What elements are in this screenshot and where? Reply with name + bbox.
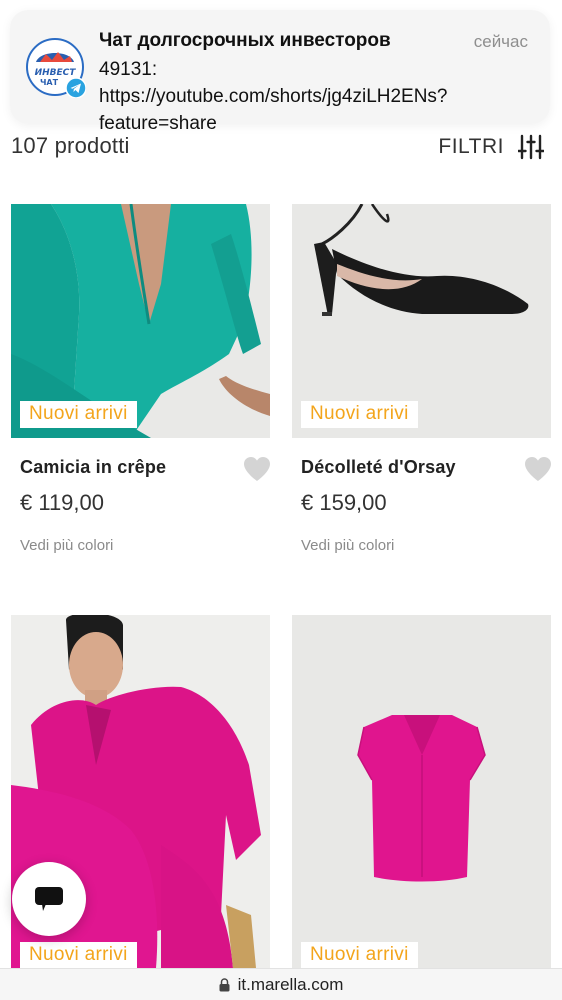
telegram-icon — [65, 77, 86, 98]
product-card[interactable]: Nuovi arrivi Décolleté d'Orsay € 159,00 … — [292, 204, 551, 574]
channel-avatar: ИНВЕСТ ЧАТ — [26, 38, 86, 98]
new-arrivals-badge: Nuovi arrivi — [301, 942, 418, 969]
new-arrivals-badge: Nuovi arrivi — [20, 942, 137, 969]
notification-body: 49131: https://youtube.com/shorts/jg4ziL… — [99, 59, 448, 134]
product-card[interactable]: Nuovi arrivi — [292, 615, 551, 969]
url-text: it.marella.com — [237, 974, 344, 994]
notification-title: Чат долгосрочных инвесторов — [99, 30, 391, 51]
avatar-text-bottom: ЧАТ — [40, 78, 59, 87]
chat-button[interactable] — [12, 862, 86, 936]
filter-label: FILTRI — [438, 135, 504, 158]
product-price: € 119,00 — [20, 490, 105, 515]
sliders-icon — [518, 134, 544, 160]
more-colors-link[interactable]: Vedi più colori — [301, 537, 394, 554]
product-name[interactable]: Camicia in crêpe — [20, 457, 166, 478]
new-arrivals-badge: Nuovi arrivi — [20, 401, 137, 428]
new-arrivals-badge: Nuovi arrivi — [301, 401, 418, 428]
filter-button[interactable]: FILTRI — [438, 134, 544, 160]
browser-url-bar[interactable]: it.marella.com — [0, 968, 562, 1000]
product-image[interactable] — [292, 615, 551, 968]
heart-icon[interactable] — [243, 456, 271, 482]
push-notification[interactable]: ИНВЕСТ ЧАТ Чат долгосрочных инвесторов с… — [10, 10, 550, 134]
notification-time: сейчас — [473, 32, 528, 51]
product-photo-magenta-top — [292, 615, 551, 968]
heart-icon[interactable] — [524, 456, 552, 482]
chat-bubble-icon — [35, 887, 63, 911]
product-price: € 159,00 — [301, 490, 387, 515]
avatar-text-top: ИНВЕСТ — [35, 68, 77, 78]
more-colors-link[interactable]: Vedi più colori — [20, 537, 113, 554]
lock-icon — [219, 977, 230, 991]
product-name[interactable]: Décolleté d'Orsay — [301, 457, 456, 478]
product-card[interactable]: Nuovi arrivi Camicia in crêpe € 119,00 V… — [11, 204, 270, 574]
